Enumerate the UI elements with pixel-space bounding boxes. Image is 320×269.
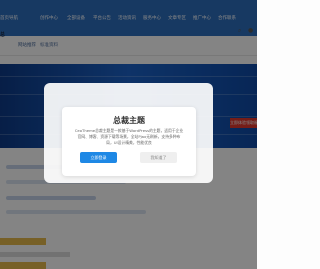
notice-dialog: 总裁主题 CeoTheme总裁主题是一款基于WordPress的主题，适用于企业… (62, 107, 196, 176)
dismiss-button[interactable]: 我知道了 (140, 152, 177, 163)
login-button[interactable]: 立即登录 (80, 152, 117, 163)
dialog-body: CeoTheme总裁主题是一款基于WordPress的主题，适用于企业官网、博客… (74, 128, 184, 145)
dialog-title: 总裁主题 (113, 116, 145, 125)
